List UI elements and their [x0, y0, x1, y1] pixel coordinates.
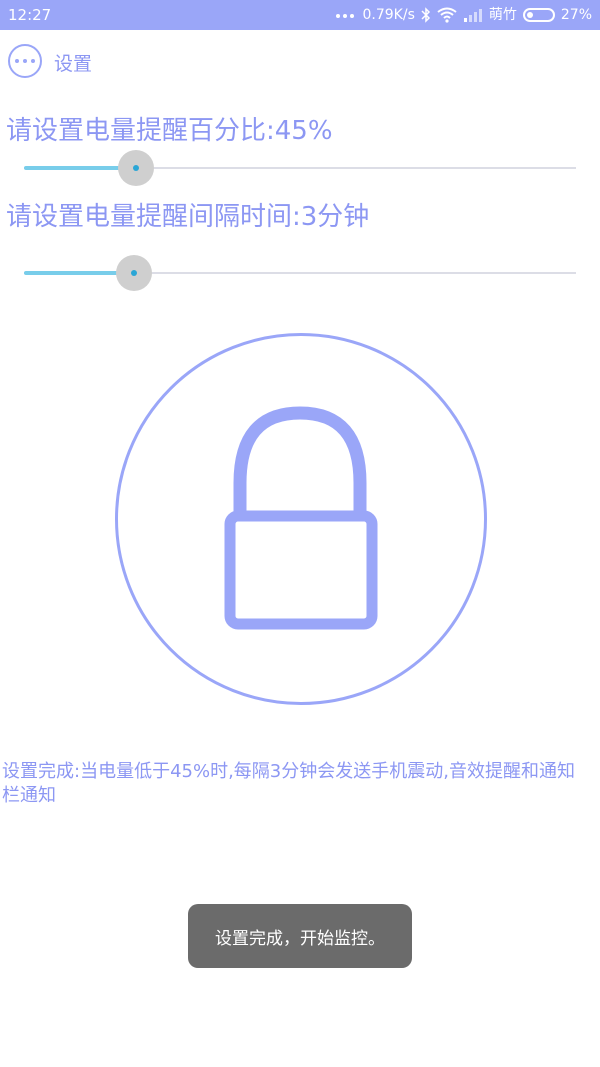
battery-percent: 27%: [560, 7, 592, 23]
slider-thumb[interactable]: [118, 150, 154, 186]
menu-dot: [31, 59, 35, 63]
interval-label: 请设置电量提醒间隔时间:3分钟: [6, 202, 370, 232]
more-dots-icon: [335, 14, 354, 18]
slider-thumb-center: [131, 270, 137, 276]
menu-dot: [23, 59, 27, 63]
status-time: 12:27: [8, 6, 52, 24]
status-message: 设置完成:当电量低于45%时,每隔3分钟会发送手机震动,音效提醒和通知栏通知: [2, 761, 575, 806]
battery-fill: [526, 12, 533, 18]
slider-thumb[interactable]: [116, 255, 152, 291]
status-bar: 12:27 0.79K/s 萌竹 27%: [0, 0, 600, 30]
toolbar: 设置: [0, 40, 600, 84]
toast-message: 设置完成，开始监控。: [215, 928, 385, 949]
menu-button[interactable]: [8, 44, 42, 78]
lock-icon: [224, 406, 378, 630]
battery-icon: [522, 8, 555, 22]
percent-slider[interactable]: [24, 150, 576, 186]
status-icons: 0.79K/s 萌竹 27%: [335, 5, 592, 25]
slider-thumb-center: [133, 165, 139, 171]
percent-label: 请设置电量提醒百分比:45%: [6, 116, 333, 146]
network-speed: 0.79K/s: [362, 7, 415, 23]
carrier-name: 萌竹: [488, 7, 517, 23]
signal-icon: [463, 9, 482, 22]
more-dots-icon: [15, 59, 19, 63]
wifi-icon: [437, 7, 457, 23]
toast: 设置完成，开始监控。: [188, 904, 412, 968]
bluetooth-icon: [421, 7, 430, 23]
toolbar-title[interactable]: 设置: [54, 49, 92, 76]
interval-slider[interactable]: [24, 255, 576, 291]
